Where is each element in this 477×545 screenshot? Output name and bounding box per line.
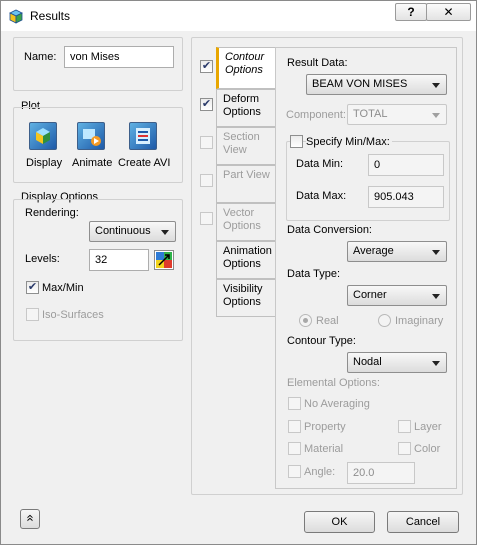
- material-checkbox[interactable]: [288, 442, 301, 455]
- tab-vector-options[interactable]: Vector Options: [216, 203, 276, 241]
- deform-options-checkbox[interactable]: ✔: [200, 98, 213, 111]
- contour-type-label: Contour Type:: [287, 335, 356, 347]
- color-checkbox[interactable]: [398, 442, 411, 455]
- layer-label: Layer: [414, 421, 442, 433]
- animate-label[interactable]: Animate: [72, 157, 112, 169]
- radio-dot: [303, 318, 308, 323]
- angle-checkbox[interactable]: [288, 465, 301, 478]
- display-label[interactable]: Display: [26, 157, 62, 169]
- result-data-value: BEAM VON MISES: [312, 78, 408, 90]
- chevron-down-icon: [432, 250, 440, 255]
- title-bar: Results ? ✕: [1, 1, 476, 31]
- color-palette-icon[interactable]: [154, 250, 174, 270]
- contour-options-checkbox[interactable]: ✔: [200, 60, 213, 73]
- levels-label: Levels:: [25, 253, 60, 265]
- results-dialog: Results ? ✕ Name: von Mises Plot Display…: [0, 0, 477, 545]
- maxmin-checkbox[interactable]: ✔: [26, 281, 39, 294]
- name-label: Name:: [24, 51, 57, 63]
- rendering-select[interactable]: Continuous: [89, 221, 176, 242]
- levels-input[interactable]: 32: [89, 249, 149, 271]
- result-data-label: Result Data:: [287, 57, 348, 69]
- tab-contour-options[interactable]: Contour Options: [216, 47, 276, 89]
- component-value: TOTAL: [353, 108, 388, 120]
- double-chevron-up-icon: »: [21, 514, 37, 522]
- data-min-label: Data Min:: [296, 158, 344, 170]
- name-input[interactable]: von Mises: [64, 46, 174, 68]
- vector-options-checkbox[interactable]: [200, 212, 213, 225]
- component-select[interactable]: TOTAL: [347, 104, 447, 125]
- data-conversion-value: Average: [353, 245, 394, 257]
- chevron-down-icon: [161, 230, 169, 235]
- maxmin-label: Max/Min: [42, 282, 84, 294]
- real-radio[interactable]: [299, 314, 312, 327]
- animate-icon[interactable]: [77, 122, 105, 150]
- cancel-button[interactable]: Cancel: [387, 511, 459, 533]
- result-data-select[interactable]: BEAM VON MISES: [306, 74, 447, 95]
- imaginary-label: Imaginary: [395, 315, 444, 327]
- data-max-label: Data Max:: [296, 190, 347, 202]
- ok-button[interactable]: OK: [304, 511, 375, 533]
- material-label: Material: [304, 443, 344, 455]
- data-type-value: Corner: [353, 289, 387, 301]
- chevron-down-icon: [432, 361, 440, 366]
- data-conversion-label: Data Conversion:: [287, 224, 372, 236]
- data-max-input[interactable]: 905.043: [368, 186, 444, 208]
- part-view-checkbox[interactable]: [200, 174, 213, 187]
- window-title: Results: [30, 9, 71, 23]
- create-avi-icon[interactable]: [129, 122, 157, 150]
- data-min-input[interactable]: 0: [368, 154, 444, 176]
- specify-minmax-label: Specify Min/Max:: [306, 136, 392, 148]
- rendering-value: Continuous: [95, 225, 151, 237]
- specify-minmax-group: [286, 141, 450, 221]
- close-button[interactable]: ✕: [426, 3, 471, 21]
- angle-label: Angle:: [304, 466, 336, 478]
- tab-animation-options[interactable]: Animation Options: [216, 241, 276, 279]
- chevron-down-icon: [432, 113, 440, 118]
- contour-type-select[interactable]: Nodal: [347, 352, 447, 373]
- specify-minmax-checkbox[interactable]: [290, 135, 303, 148]
- imaginary-radio[interactable]: [378, 314, 391, 327]
- no-averaging-checkbox[interactable]: [288, 397, 301, 410]
- section-view-checkbox[interactable]: [200, 136, 213, 149]
- iso-surfaces-checkbox[interactable]: [26, 308, 39, 321]
- real-label: Real: [316, 315, 339, 327]
- create-avi-label[interactable]: Create AVI: [118, 157, 170, 169]
- no-averaging-label: No Averaging: [304, 398, 370, 410]
- tab-part-view[interactable]: Part View: [216, 165, 276, 203]
- elemental-options-label: Elemental Options:: [287, 377, 380, 389]
- chevron-down-icon: [432, 294, 440, 299]
- contour-type-value: Nodal: [353, 356, 382, 368]
- display-icon[interactable]: [29, 122, 57, 150]
- layer-checkbox[interactable]: [398, 420, 411, 433]
- component-label: Component:: [286, 109, 346, 121]
- iso-surfaces-label: Iso-Surfaces: [42, 309, 104, 321]
- data-conversion-select[interactable]: Average: [347, 241, 447, 262]
- property-label: Property: [304, 421, 346, 433]
- tab-visibility-options[interactable]: Visibility Options: [216, 279, 276, 317]
- data-type-label: Data Type:: [287, 268, 340, 280]
- data-type-select[interactable]: Corner: [347, 285, 447, 306]
- color-label: Color: [414, 443, 441, 455]
- results-app-icon: [9, 9, 23, 24]
- help-button[interactable]: ?: [395, 3, 427, 21]
- angle-input[interactable]: 20.0: [347, 462, 415, 484]
- collapse-button[interactable]: »: [20, 509, 40, 529]
- property-checkbox[interactable]: [288, 420, 301, 433]
- tab-deform-options[interactable]: Deform Options: [216, 89, 276, 127]
- rendering-label: Rendering:: [25, 207, 79, 219]
- tab-section-view[interactable]: Section View: [216, 127, 276, 165]
- chevron-down-icon: [432, 83, 440, 88]
